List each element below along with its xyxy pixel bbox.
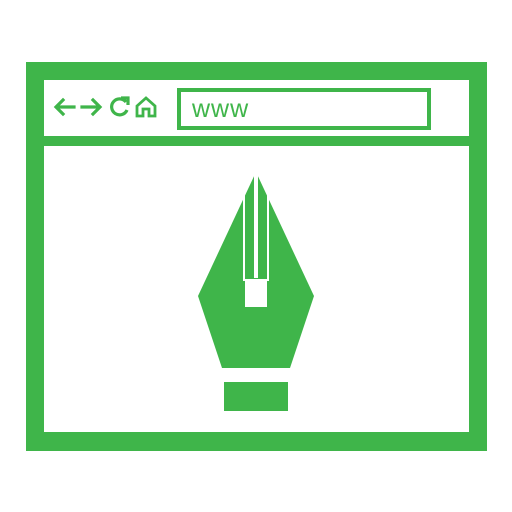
address-text: www bbox=[192, 95, 250, 123]
address-bar[interactable]: www bbox=[177, 88, 431, 130]
browser-icon-canvas: www bbox=[0, 0, 512, 512]
reload-icon[interactable] bbox=[108, 94, 132, 120]
pen-nib-icon bbox=[198, 172, 314, 411]
arrow-right-icon[interactable] bbox=[80, 94, 104, 120]
home-icon[interactable] bbox=[134, 94, 158, 120]
arrow-left-icon[interactable] bbox=[52, 94, 76, 120]
